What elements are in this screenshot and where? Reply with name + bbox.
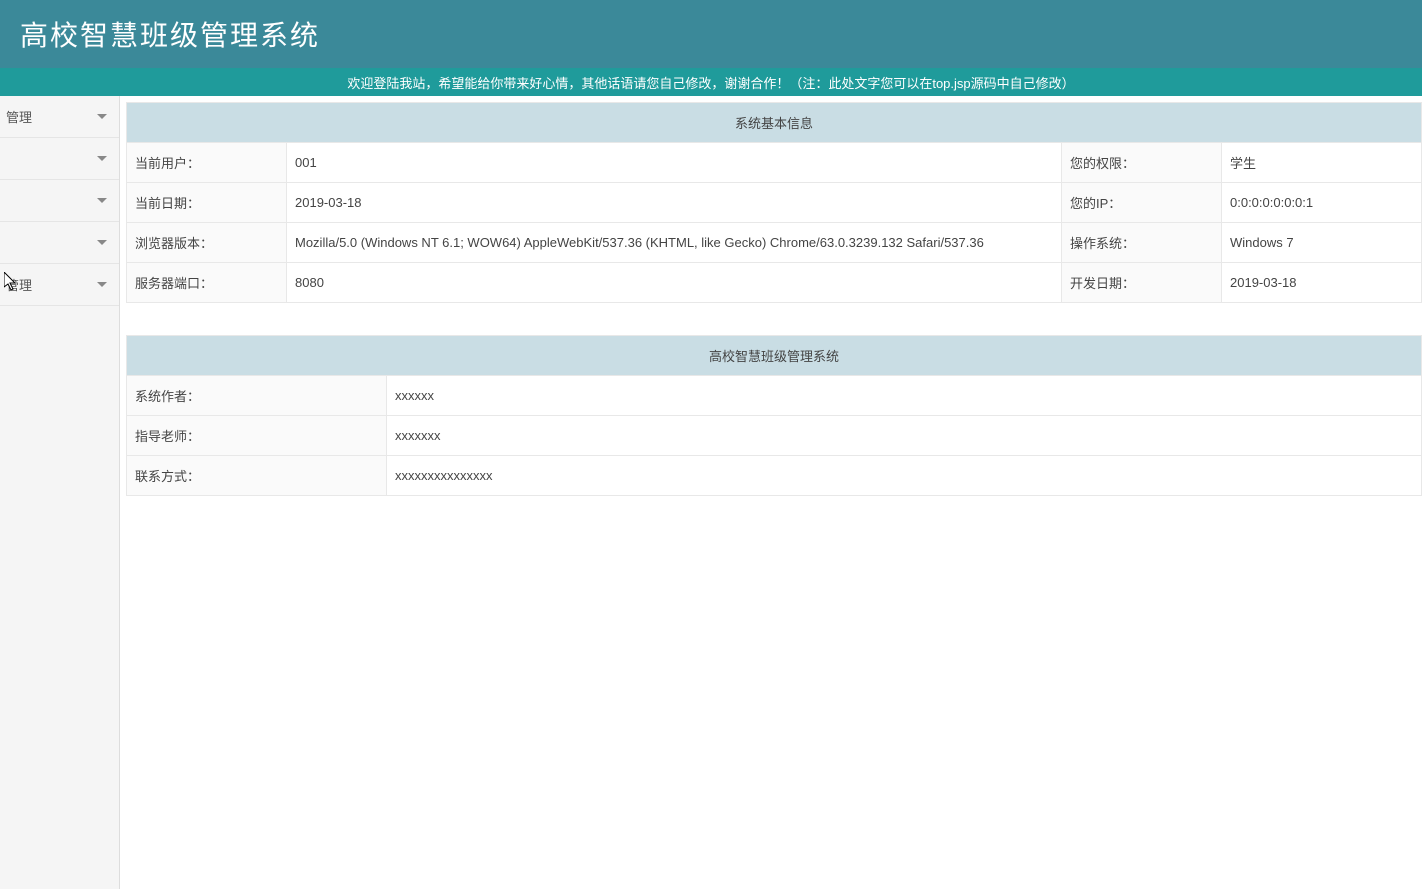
sidebar: 管理 管理	[0, 96, 120, 889]
sidebar-item-label: 管理	[6, 275, 32, 294]
info-label: 服务器端口：	[127, 263, 287, 303]
info-label: 当前日期：	[127, 183, 287, 223]
table-row: 当前用户： 001 您的权限： 学生	[127, 143, 1422, 183]
chevron-down-icon	[97, 240, 107, 245]
chevron-down-icon	[97, 198, 107, 203]
info-value: 学生	[1222, 143, 1422, 183]
info-value: xxxxxx	[387, 376, 1422, 416]
app-title: 高校智慧班级管理系统	[20, 14, 320, 54]
system-info-header: 系统基本信息	[127, 103, 1422, 143]
sidebar-item-1[interactable]	[0, 138, 119, 180]
chevron-down-icon	[97, 156, 107, 161]
welcome-text: 欢迎登陆我站，希望能给你带来好心情，其他话语请您自己修改，谢谢合作！（注：此处文…	[347, 73, 1074, 92]
sidebar-item-0[interactable]: 管理	[0, 96, 119, 138]
info-value: 0:0:0:0:0:0:0:1	[1222, 183, 1422, 223]
info-label: 指导老师：	[127, 416, 387, 456]
table-row: 服务器端口： 8080 开发日期： 2019-03-18	[127, 263, 1422, 303]
system-info-table: 系统基本信息 当前用户： 001 您的权限： 学生 当前日期： 2019-03-…	[126, 102, 1422, 303]
info-label: 操作系统：	[1062, 223, 1222, 263]
info-value: xxxxxxx	[387, 416, 1422, 456]
chevron-down-icon	[97, 282, 107, 287]
info-label: 开发日期：	[1062, 263, 1222, 303]
info-value: 2019-03-18	[287, 183, 1062, 223]
info-label: 系统作者：	[127, 376, 387, 416]
info-label: 当前用户：	[127, 143, 287, 183]
info-value: 2019-03-18	[1222, 263, 1422, 303]
table-row: 浏览器版本： Mozilla/5.0 (Windows NT 6.1; WOW6…	[127, 223, 1422, 263]
project-info-header: 高校智慧班级管理系统	[127, 336, 1422, 376]
info-label: 您的权限：	[1062, 143, 1222, 183]
main-content: 系统基本信息 当前用户： 001 您的权限： 学生 当前日期： 2019-03-…	[120, 96, 1422, 889]
sidebar-item-label: 管理	[6, 107, 32, 126]
sidebar-item-2[interactable]	[0, 180, 119, 222]
project-info-table: 高校智慧班级管理系统 系统作者： xxxxxx 指导老师： xxxxxxx 联系…	[126, 335, 1422, 496]
header-sub: 欢迎登陆我站，希望能给你带来好心情，其他话语请您自己修改，谢谢合作！（注：此处文…	[0, 68, 1422, 96]
info-value: 8080	[287, 263, 1062, 303]
info-label: 联系方式：	[127, 456, 387, 496]
header-main: 高校智慧班级管理系统	[0, 0, 1422, 68]
content-wrapper: 管理 管理 系统基本信息 当前用户： 001 您的权限	[0, 96, 1422, 889]
table-row: 指导老师： xxxxxxx	[127, 416, 1422, 456]
info-value: xxxxxxxxxxxxxxx	[387, 456, 1422, 496]
table-row: 联系方式： xxxxxxxxxxxxxxx	[127, 456, 1422, 496]
info-label: 浏览器版本：	[127, 223, 287, 263]
table-row: 系统作者： xxxxxx	[127, 376, 1422, 416]
sidebar-item-3[interactable]	[0, 222, 119, 264]
info-value: Windows 7	[1222, 223, 1422, 263]
info-value: 001	[287, 143, 1062, 183]
info-label: 您的IP：	[1062, 183, 1222, 223]
table-row: 当前日期： 2019-03-18 您的IP： 0:0:0:0:0:0:0:1	[127, 183, 1422, 223]
info-value: Mozilla/5.0 (Windows NT 6.1; WOW64) Appl…	[287, 223, 1062, 263]
chevron-down-icon	[97, 114, 107, 119]
sidebar-item-4[interactable]: 管理	[0, 264, 119, 306]
